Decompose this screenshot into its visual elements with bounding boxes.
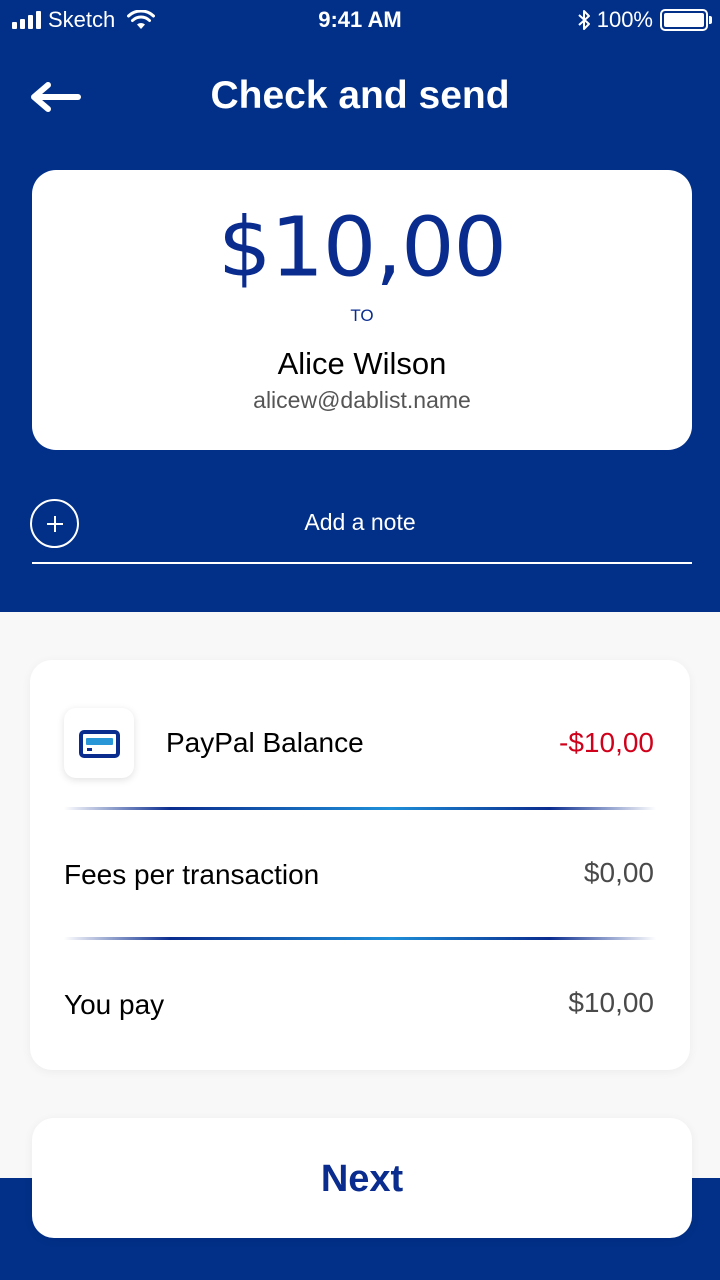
- payment-source-amount: -$10,00: [559, 727, 654, 758]
- divider: [64, 937, 656, 940]
- recipient-email: alicew@dablist.name: [253, 387, 471, 413]
- recipient-card: $10,00 TO Alice Wilson alicew@dablist.na…: [32, 170, 692, 450]
- status-bar-right: 100%: [577, 7, 712, 33]
- total-label: You pay: [64, 989, 165, 1020]
- next-button-label: Next: [320, 1158, 404, 1200]
- divider: [64, 807, 656, 810]
- page-title: Check and send: [210, 74, 510, 117]
- credit-card-icon: [79, 730, 120, 758]
- payment-source-icon-box[interactable]: [64, 708, 134, 778]
- battery-percent: 100%: [596, 7, 653, 32]
- note-underline: [32, 562, 692, 564]
- note-input[interactable]: Add a note: [0, 509, 720, 536]
- to-label: TO: [350, 306, 374, 325]
- payment-summary-card: PayPal Balance -$10,00 Fees per transact…: [30, 660, 690, 1070]
- total-amount: $10,00: [568, 987, 654, 1018]
- fees-amount: $0,00: [583, 857, 654, 888]
- recipient-name: Alice Wilson: [277, 346, 447, 381]
- bluetooth-icon: [578, 10, 590, 30]
- amount-display: $10,00: [218, 198, 507, 296]
- next-button[interactable]: Next: [32, 1118, 692, 1238]
- fees-label: Fees per transaction: [64, 859, 320, 890]
- payment-source-label: PayPal Balance: [166, 727, 364, 758]
- status-bar: Sketch 9:41 AM 100%: [0, 0, 720, 40]
- battery-icon: [660, 9, 712, 31]
